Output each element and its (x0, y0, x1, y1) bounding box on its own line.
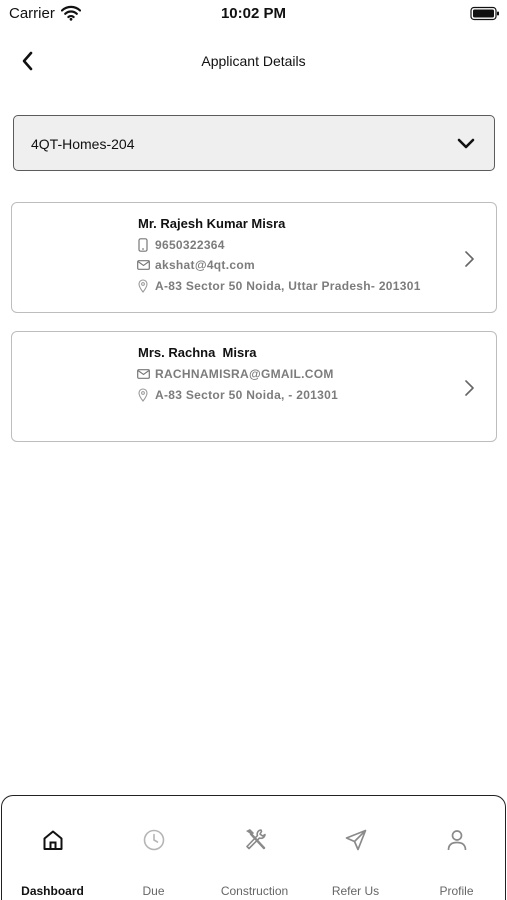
status-time: 10:02 PM (220, 5, 287, 22)
applicant-email-row: akshat@4qt.com (136, 256, 255, 274)
tab-label: Dashboard (21, 884, 84, 898)
applicant-email: RACHNAMISRA@GMAIL.COM (155, 367, 334, 381)
tools-icon (245, 829, 266, 850)
applicant-phone-row: 9650322364 (136, 236, 225, 254)
page-title: Applicant Details (201, 53, 306, 69)
bottom-tab-bar: Dashboard Due Construction Refer Us Prof… (1, 795, 506, 900)
applicant-phone: 9650322364 (155, 238, 225, 252)
tab-due[interactable]: Due (103, 796, 204, 899)
tab-label: Refer Us (331, 884, 380, 898)
applicant-address-row: A-83 Sector 50 Noida, Uttar Pradesh- 201… (136, 277, 421, 295)
clock-icon (143, 829, 164, 851)
send-icon (345, 829, 366, 851)
applicant-address: A-83 Sector 50 Noida, Uttar Pradesh- 201… (155, 279, 421, 293)
location-pin-icon (138, 279, 148, 293)
tab-label: Construction (220, 884, 289, 898)
tab-label: Profile (439, 884, 474, 898)
status-bar: Carrier 10:02 PM (0, 0, 507, 30)
applicant-address-row: A-83 Sector 50 Noida, - 201301 (136, 386, 338, 404)
applicant-address: A-83 Sector 50 Noida, - 201301 (155, 388, 339, 402)
unit-dropdown[interactable]: 4QT-Homes-204 (13, 115, 495, 171)
tab-construction[interactable]: Construction (204, 796, 305, 899)
applicant-email: akshat@4qt.com (155, 258, 255, 272)
applicant-name: Mrs. Rachna Misra (138, 345, 257, 360)
applicant-card[interactable]: Mr. Rajesh Kumar Misra 9650322364 akshat… (11, 202, 497, 313)
user-icon (447, 830, 466, 851)
mail-icon (136, 260, 150, 270)
mail-icon (136, 369, 150, 379)
applicant-name: Mr. Rajesh Kumar Misra (138, 216, 286, 231)
tab-profile[interactable]: Profile (406, 796, 507, 899)
unit-dropdown-value: 4QT-Homes-204 (31, 136, 135, 152)
applicant-card[interactable]: Mrs. Rachna Misra RACHNAMISRA@GMAIL.COM … (11, 331, 497, 442)
location-pin-icon (138, 388, 148, 402)
chevron-right-icon (465, 251, 474, 267)
tab-dashboard[interactable]: Dashboard (2, 796, 103, 899)
battery-icon (470, 6, 499, 21)
home-icon (43, 830, 62, 850)
phone-icon (138, 238, 148, 252)
tab-refer-us[interactable]: Refer Us (305, 796, 406, 899)
navigation-bar: Applicant Details (0, 44, 507, 80)
chevron-right-icon (465, 380, 474, 396)
chevron-down-icon (457, 138, 475, 149)
applicant-email-row: RACHNAMISRA@GMAIL.COM (136, 365, 334, 383)
tab-label: Due (142, 884, 165, 898)
